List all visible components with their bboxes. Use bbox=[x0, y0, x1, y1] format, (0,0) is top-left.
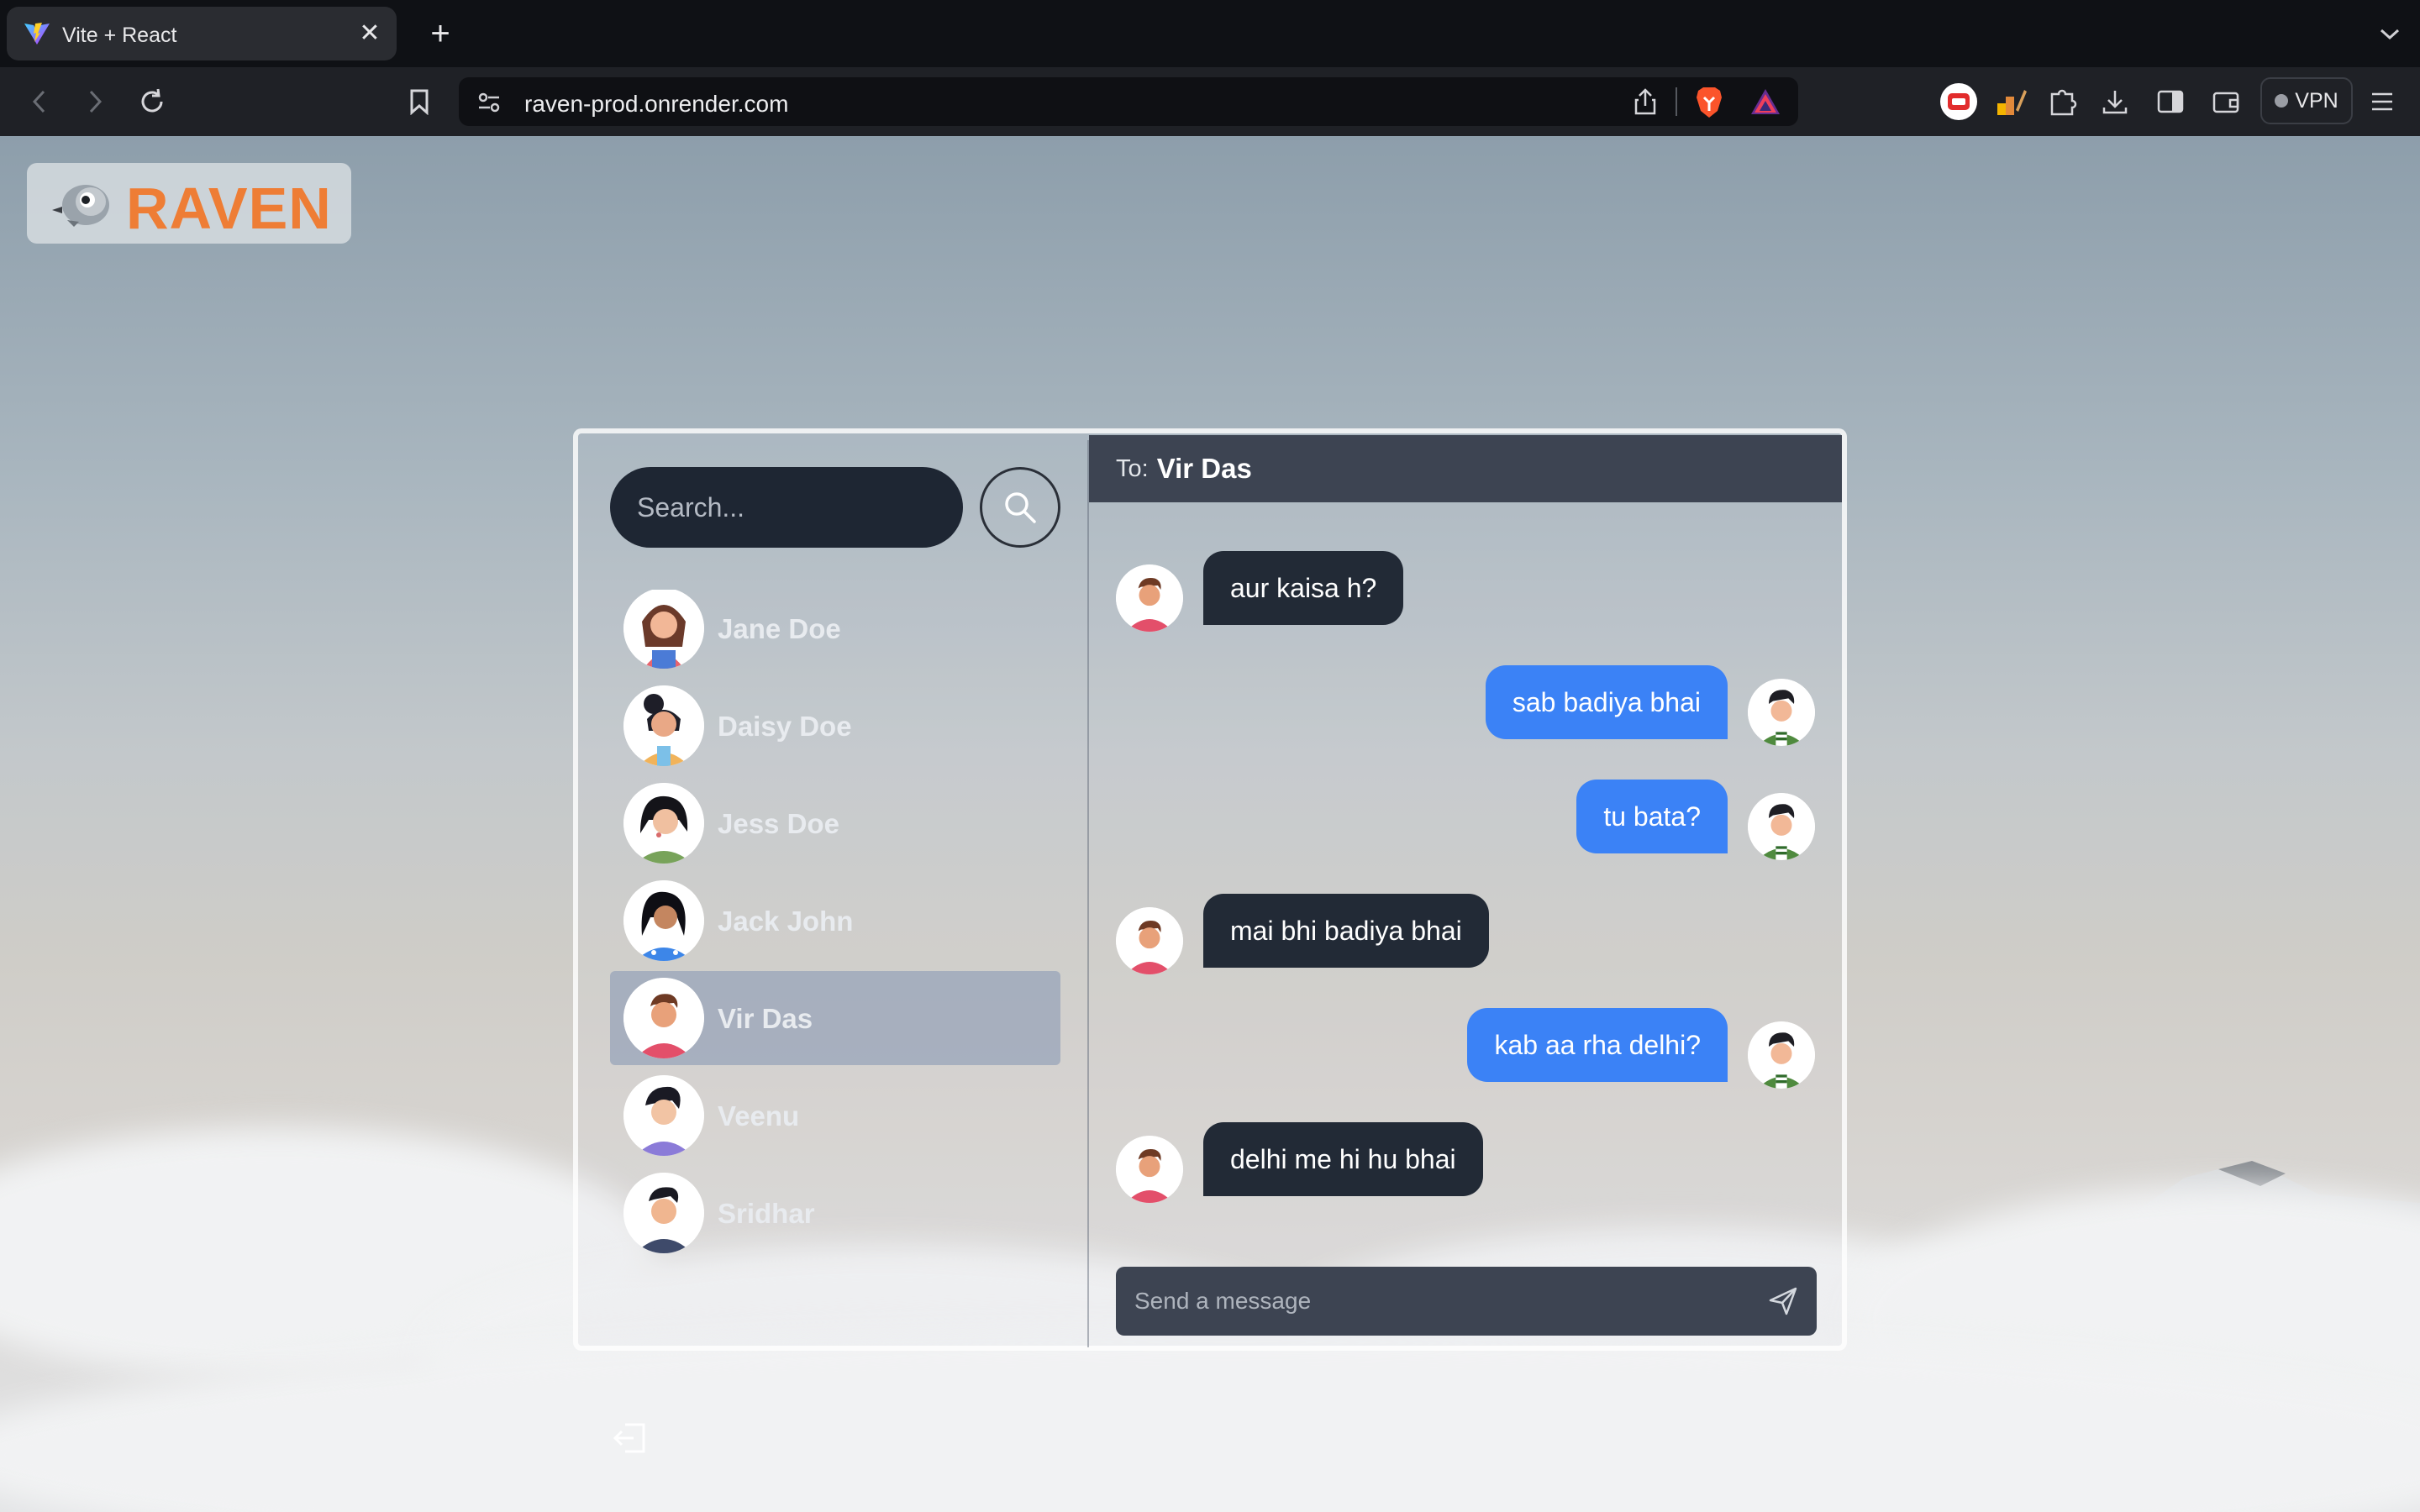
back-icon[interactable] bbox=[18, 81, 60, 123]
avatar bbox=[623, 685, 704, 766]
contact-item[interactable]: Sridhar bbox=[610, 1166, 1060, 1260]
brave-rewards-icon[interactable] bbox=[1749, 87, 1781, 116]
contact-name: Jack John bbox=[718, 906, 854, 937]
message-input-placeholder: Send a message bbox=[1134, 1288, 1312, 1314]
share-icon[interactable] bbox=[1634, 87, 1657, 116]
sidebar-toggle-icon[interactable] bbox=[2149, 81, 2191, 123]
vpn-label: VPN bbox=[2295, 88, 2338, 113]
menu-icon[interactable] bbox=[2361, 81, 2403, 123]
message-bubble-incoming: aur kaisa h? bbox=[1203, 551, 1404, 625]
url-text: raven-prod.onrender.com bbox=[524, 91, 789, 117]
sender-avatar bbox=[1116, 1136, 1183, 1203]
send-icon[interactable] bbox=[1768, 1286, 1798, 1316]
contact-name: Jane Doe bbox=[718, 613, 841, 644]
contact-item[interactable]: Daisy Doe bbox=[610, 679, 1060, 773]
bookmark-icon[interactable] bbox=[398, 81, 440, 123]
search-input[interactable]: Search... bbox=[610, 467, 963, 548]
contact-name: Sridhar bbox=[718, 1198, 815, 1229]
own-avatar bbox=[1748, 1021, 1815, 1089]
logo-text: RAVEN bbox=[126, 176, 332, 241]
search-button[interactable] bbox=[980, 467, 1060, 548]
extension-pencil-icon[interactable] bbox=[1990, 81, 2032, 123]
forward-icon[interactable] bbox=[74, 81, 116, 123]
contact-name: Veenu bbox=[718, 1100, 800, 1131]
avatar bbox=[623, 590, 704, 669]
avatar bbox=[623, 783, 704, 864]
vite-favicon-icon bbox=[24, 23, 50, 45]
contact-item[interactable]: Jess Doe bbox=[610, 776, 1060, 870]
address-bar[interactable]: raven-prod.onrender.com bbox=[459, 77, 1798, 126]
contact-name: Vir Das bbox=[718, 1003, 813, 1034]
tab-list-chevron-icon[interactable] bbox=[2373, 17, 2407, 50]
raven-bird-icon bbox=[52, 185, 109, 227]
own-avatar bbox=[1748, 793, 1815, 860]
to-label: To: bbox=[1116, 454, 1149, 482]
brave-shields-icon[interactable] bbox=[1694, 86, 1724, 119]
chat-header: To: Vir Das bbox=[1089, 435, 1842, 502]
sidebar: Search... Jane Doe Daisy Doe Jess Doe Ja… bbox=[578, 433, 1087, 1453]
page-background: RAVEN Search... Jane Doe Daisy Doe Jess … bbox=[0, 136, 2420, 1512]
vpn-status-dot-icon bbox=[2275, 94, 2289, 108]
contact-item[interactable]: Jack John bbox=[610, 874, 1060, 968]
logout-button[interactable] bbox=[612, 1421, 649, 1459]
contact-name: Jess Doe bbox=[718, 808, 839, 839]
app-logo[interactable]: RAVEN bbox=[27, 163, 351, 244]
contact-list: Jane Doe Daisy Doe Jess Doe Jack John Vi… bbox=[610, 590, 1060, 1292]
message-input[interactable]: Send a message bbox=[1116, 1267, 1817, 1336]
browser-toolbar: raven-prod.onrender.com VPN bbox=[0, 67, 2420, 136]
contact-name: Daisy Doe bbox=[718, 711, 852, 742]
tab-close-icon[interactable]: ✕ bbox=[355, 18, 385, 49]
message-bubble-incoming: delhi me hi hu bhai bbox=[1203, 1122, 1483, 1196]
vpn-button[interactable]: VPN bbox=[2260, 77, 2353, 124]
avatar bbox=[623, 1075, 704, 1156]
own-avatar bbox=[1748, 679, 1815, 746]
search-icon bbox=[1005, 492, 1036, 523]
reload-icon[interactable] bbox=[131, 81, 173, 123]
avatar bbox=[623, 978, 704, 1058]
sender-avatar bbox=[1116, 907, 1183, 974]
avatar bbox=[623, 880, 704, 961]
new-tab-button[interactable]: + bbox=[422, 15, 459, 52]
recipient-name: Vir Das bbox=[1156, 453, 1252, 484]
chat-app-panel: Search... Jane Doe Daisy Doe Jess Doe Ja… bbox=[573, 428, 1847, 1453]
message-bubble-outgoing: tu bata? bbox=[1576, 780, 1728, 853]
contact-item-selected[interactable]: Vir Das bbox=[610, 971, 1060, 1065]
avatar bbox=[623, 1173, 704, 1253]
sender-avatar bbox=[1116, 564, 1183, 632]
browser-tab[interactable]: Vite + React ✕ bbox=[7, 7, 397, 60]
message-bubble-outgoing: sab badiya bhai bbox=[1485, 665, 1728, 739]
address-separator bbox=[1676, 87, 1677, 116]
message-bubble-outgoing: kab aa rha delhi? bbox=[1467, 1008, 1728, 1082]
tab-title: Vite + React bbox=[62, 24, 177, 47]
contact-item[interactable]: Veenu bbox=[610, 1068, 1060, 1163]
browser-tabbar: Vite + React ✕ + bbox=[0, 0, 2420, 67]
site-settings-icon[interactable] bbox=[477, 92, 501, 113]
chat-area: To: Vir Das aur kaisa h? sab badiya bhai… bbox=[1089, 433, 1842, 1346]
wallet-icon[interactable] bbox=[2205, 81, 2247, 123]
extension-red-icon[interactable] bbox=[1938, 81, 1980, 123]
contact-item[interactable]: Jane Doe bbox=[610, 590, 1060, 675]
logout-icon bbox=[613, 1423, 645, 1453]
extensions-puzzle-icon[interactable] bbox=[2042, 81, 2084, 123]
downloads-icon[interactable] bbox=[2094, 81, 2136, 123]
message-bubble-incoming: mai bhi badiya bhai bbox=[1203, 894, 1489, 968]
